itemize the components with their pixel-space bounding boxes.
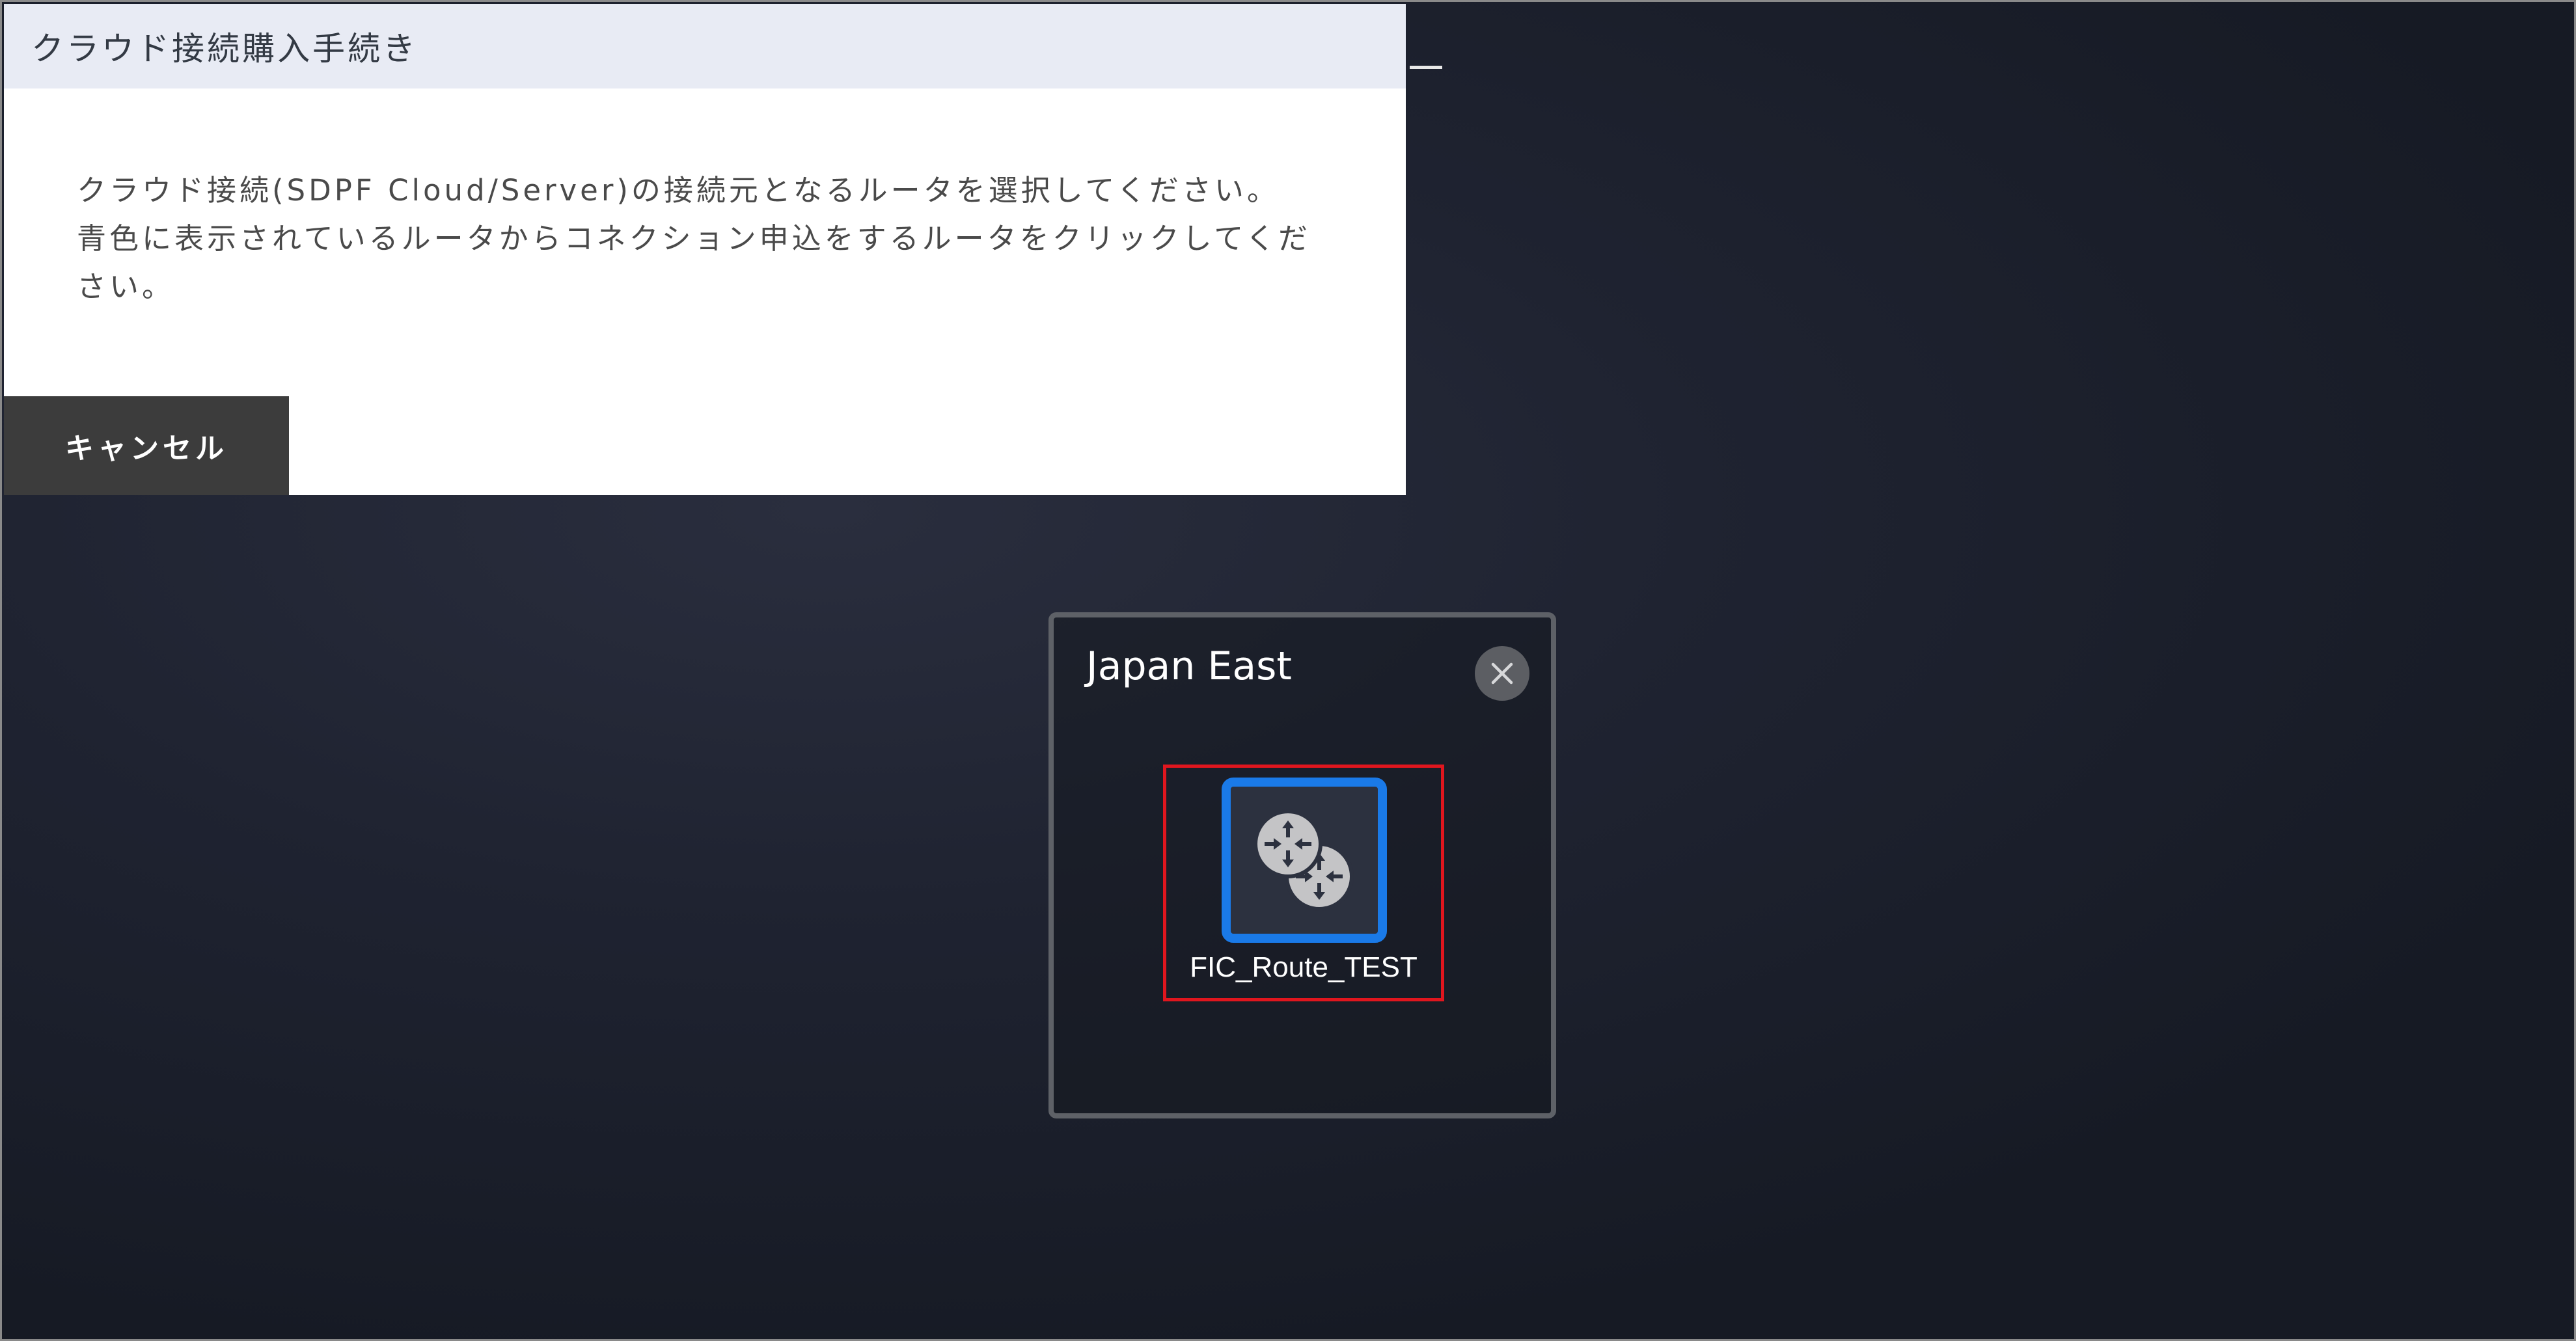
region-panel: Japan East FIC_Route_TEST [1048,612,1556,1118]
purchase-dialog: クラウド接続購入手続き クラウド接続(SDPF Cloud/Server)の接続… [4,4,1406,495]
region-title: Japan East [1086,643,1292,689]
close-button[interactable] [1475,646,1529,701]
instruction-line-1: クラウド接続(SDPF Cloud/Server)の接続元となるルータを選択して… [77,173,1280,208]
router-icon [1254,809,1354,911]
dialog-title: クラウド接続購入手続き [31,30,418,68]
router-item[interactable]: FIC_Route_TEST [1163,765,1444,1001]
router-label: FIC_Route_TEST [1190,951,1418,983]
minimize-icon[interactable] [1410,66,1442,69]
cancel-button[interactable]: キャンセル [4,396,289,495]
dialog-header: クラウド接続購入手続き [4,4,1406,88]
dialog-body: クラウド接続(SDPF Cloud/Server)の接続元となるルータを選択して… [4,88,1406,311]
instruction-line-2: 青色に表示されているルータからコネクション申込をするルータをクリックしてください… [77,221,1311,304]
router-icon-box[interactable] [1222,778,1387,943]
close-icon [1491,662,1513,684]
dialog-instructions: クラウド接続(SDPF Cloud/Server)の接続元となるルータを選択して… [77,167,1333,311]
